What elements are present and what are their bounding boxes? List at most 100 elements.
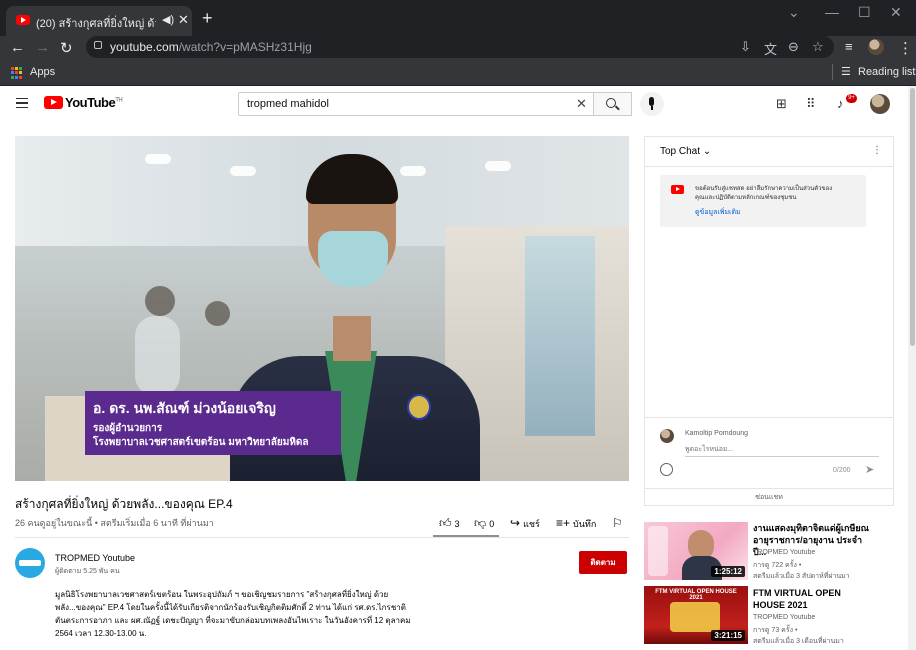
thumbs-down-icon: 👎︎ xyxy=(474,516,487,530)
ceiling-light xyxy=(145,154,171,164)
install-app-icon[interactable]: ⇩ xyxy=(740,39,751,55)
tab-title: (20) สร้างกุศลที่ยิ่งใหญ่ ด้วยพลัง... xyxy=(36,18,156,30)
youtube-header: YouTubeTH ✕ ⊞ ⠿ ♪ xyxy=(0,86,908,122)
like-button[interactable]: 👍︎ 3 xyxy=(439,516,460,531)
hide-chat-button[interactable]: ซ่อนแชท xyxy=(645,488,893,506)
related-video-views: การดู 73 ครั้ง • xyxy=(753,627,798,634)
video-background-screen xyxy=(525,236,595,436)
youtube-icon xyxy=(671,185,684,194)
lock-icon[interactable] xyxy=(94,41,102,49)
share-arrow-icon: ↪ xyxy=(510,516,521,530)
related-video-thumbnail[interactable]: FTM VIRTUAL OPEN HOUSE 2021 3:21:15 xyxy=(644,586,748,644)
live-chat-panel: Top Chat ⌄ ⋮ ขอต้อนรับสู่แชทสด อย่าลืมรั… xyxy=(644,136,894,506)
ceiling-light xyxy=(400,166,426,176)
address-bar[interactable]: youtube.com/watch?v=pMASHz31Hjg ⇩ 文 ⊖ ☆ xyxy=(86,36,834,58)
description-line: พลัง...ของคุณ" EP.4 โดยในครั้งนี้ได้รับเ… xyxy=(55,603,406,612)
related-video-thumbnail[interactable]: 1:25:12 xyxy=(644,522,748,580)
reload-icon[interactable]: ↻ xyxy=(60,39,73,57)
channel-name[interactable]: TROPMED Youtube xyxy=(55,553,135,563)
chat-mode-dropdown[interactable]: Top Chat ⌄ xyxy=(660,146,711,157)
background-figure xyxy=(145,286,175,316)
emoji-icon[interactable] xyxy=(660,463,673,476)
flag-icon: ⚐ xyxy=(612,516,623,530)
bookmarks-bar: Apps ☰ Reading list xyxy=(0,60,916,86)
tab-search-chevron-icon[interactable]: ⌄ xyxy=(788,4,800,21)
background-figure xyxy=(205,301,230,326)
window-close-icon[interactable]: ✕ xyxy=(890,4,902,21)
profile-avatar[interactable] xyxy=(868,39,884,55)
related-video-age: สตรีมแล้วเมื่อ 3 เดือนที่ผ่านมา xyxy=(753,638,844,645)
chat-char-count: 0/200 xyxy=(833,467,851,474)
bookmarks-divider xyxy=(832,64,833,80)
voice-search-mic-icon[interactable] xyxy=(640,92,664,116)
browser-tab-bar: (20) สร้างกุศลที่ยิ่งใหญ่ ด้วยพลัง... ◀)… xyxy=(0,0,916,36)
chat-message-input[interactable] xyxy=(685,443,879,457)
search-input[interactable] xyxy=(238,92,594,116)
bookmark-star-icon[interactable]: ☆ xyxy=(812,39,824,55)
youtube-apps-icon[interactable]: ⠿ xyxy=(806,96,816,112)
audio-playing-icon[interactable]: ◀) xyxy=(162,13,174,26)
translate-icon[interactable]: 文 xyxy=(764,39,777,58)
minimize-icon[interactable]: — xyxy=(825,4,839,20)
create-video-icon[interactable]: ⊞ xyxy=(776,96,787,112)
description-line: 2564 เวลา 12.30-13.00 น. xyxy=(55,629,147,638)
chat-input-area: Kamoltip Pomdoung 0/200 ➤ xyxy=(645,417,893,488)
video-meta: 26 คนดูอยู่ในขณะนี้ • สตรีมเริ่มเมื่อ 6 … xyxy=(15,518,214,528)
chat-more-icon[interactable]: ⋮ xyxy=(872,145,882,156)
apps-grid-icon[interactable] xyxy=(11,67,23,79)
account-avatar[interactable] xyxy=(870,94,890,114)
playlist-add-icon: ≡+ xyxy=(556,516,571,530)
youtube-logo-text[interactable]: YouTubeTH xyxy=(65,95,123,110)
notifications-bell-icon[interactable]: ♪ xyxy=(837,96,844,111)
description-line: ตันตระการอาภา และ ผศ.ณัฏฐ์ เดชะปัญญา ที่… xyxy=(55,616,411,625)
speaker-name-overlay: อ. ดร. นพ.สัณฑ์ ม่วงน้อยเจริญ รองผู้อำนว… xyxy=(85,391,341,455)
send-icon[interactable]: ➤ xyxy=(865,463,874,476)
subscribe-button[interactable]: ติดตาม xyxy=(579,551,627,574)
tab-close-icon[interactable]: ✕ xyxy=(178,12,189,28)
search-clear-icon[interactable]: ✕ xyxy=(576,96,587,112)
chrome-menu-icon[interactable]: ⋮ xyxy=(898,39,913,57)
media-control-icon[interactable]: ≡ xyxy=(845,39,853,54)
back-arrow-icon[interactable]: ← xyxy=(10,39,25,56)
youtube-favicon-icon xyxy=(16,15,30,25)
browser-tab-active[interactable]: (20) สร้างกุศลที่ยิ่งใหญ่ ด้วยพลัง... ◀)… xyxy=(6,6,192,36)
overlay-speaker-name: อ. ดร. นพ.สัณฑ์ ม่วงน้อยเจริญ xyxy=(93,400,276,416)
youtube-logo-icon[interactable] xyxy=(44,96,63,109)
background-figure xyxy=(135,316,180,396)
description-line: มูลนิธิโรงพยาบาลเวชศาสตร์เขตร้อน ในพระอุ… xyxy=(55,590,389,599)
ceiling-light xyxy=(230,166,256,176)
chat-header: Top Chat ⌄ ⋮ xyxy=(645,137,893,167)
reading-list-icon[interactable]: ☰ xyxy=(841,65,851,78)
reading-list[interactable]: Reading list xyxy=(858,66,915,78)
related-video-title[interactable]: FTM VIRTUAL OPEN HOUSE 2021 xyxy=(753,587,873,611)
chat-user-name: Kamoltip Pomdoung xyxy=(685,430,749,437)
dislike-button[interactable]: 👎︎ 0 xyxy=(474,516,494,531)
channel-subscriber-count: ผู้ติดตาม 5.25 พัน คน xyxy=(55,568,120,575)
report-flag-button[interactable]: ⚐ xyxy=(612,516,626,530)
thumbnail-caption: FTM VIRTUAL OPEN HOUSE 2021 xyxy=(655,589,737,601)
save-button[interactable]: ≡+ บันทึก xyxy=(556,516,596,531)
notification-count-badge: 9+ xyxy=(846,94,857,103)
forward-arrow-icon[interactable]: → xyxy=(35,39,50,56)
url-path: /watch?v=pMASHz31Hjg xyxy=(178,40,312,54)
video-player[interactable]: อ. ดร. นพ.สัณฑ์ ม่วงน้อยเจริญ รองผู้อำนว… xyxy=(15,136,629,481)
related-video-channel[interactable]: TROPMED Youtube xyxy=(753,614,815,621)
overlay-speaker-role: รองผู้อำนวยการ xyxy=(93,423,163,434)
video-title: สร้างกุศลที่ยิ่งใหญ่ ด้วยพลัง...ของคุณ E… xyxy=(15,497,233,511)
related-video-channel[interactable]: TROPMED Youtube xyxy=(753,549,815,556)
bookmark-apps[interactable]: Apps xyxy=(30,66,55,78)
new-tab-icon[interactable]: + xyxy=(202,8,213,29)
menu-hamburger-icon[interactable] xyxy=(16,98,28,108)
zoom-icon[interactable]: ⊖ xyxy=(788,39,799,55)
page-scrollbar-thumb[interactable] xyxy=(910,88,915,346)
share-button[interactable]: ↪ แชร์ xyxy=(510,516,540,531)
hospital-emblem-badge xyxy=(407,394,431,420)
related-video-views: การดู 722 ครั้ง • xyxy=(753,562,802,569)
maximize-icon[interactable]: ☐ xyxy=(858,4,871,21)
chat-notice-text: คุณและปฏิบัติตามหลักเกณฑ์ของชุมชน xyxy=(695,195,797,201)
chat-welcome-notice: ขอต้อนรับสู่แชทสด อย่าลืมรักษาความเป็นส่… xyxy=(660,175,866,227)
chat-learn-more-link[interactable]: ดูข้อมูลเพิ่มเติม xyxy=(695,207,741,218)
search-button[interactable] xyxy=(594,92,632,116)
related-video-age: สตรีมแล้วเมื่อ 3 สัปดาห์ที่ผ่านมา xyxy=(753,573,850,580)
channel-avatar[interactable] xyxy=(15,548,45,578)
